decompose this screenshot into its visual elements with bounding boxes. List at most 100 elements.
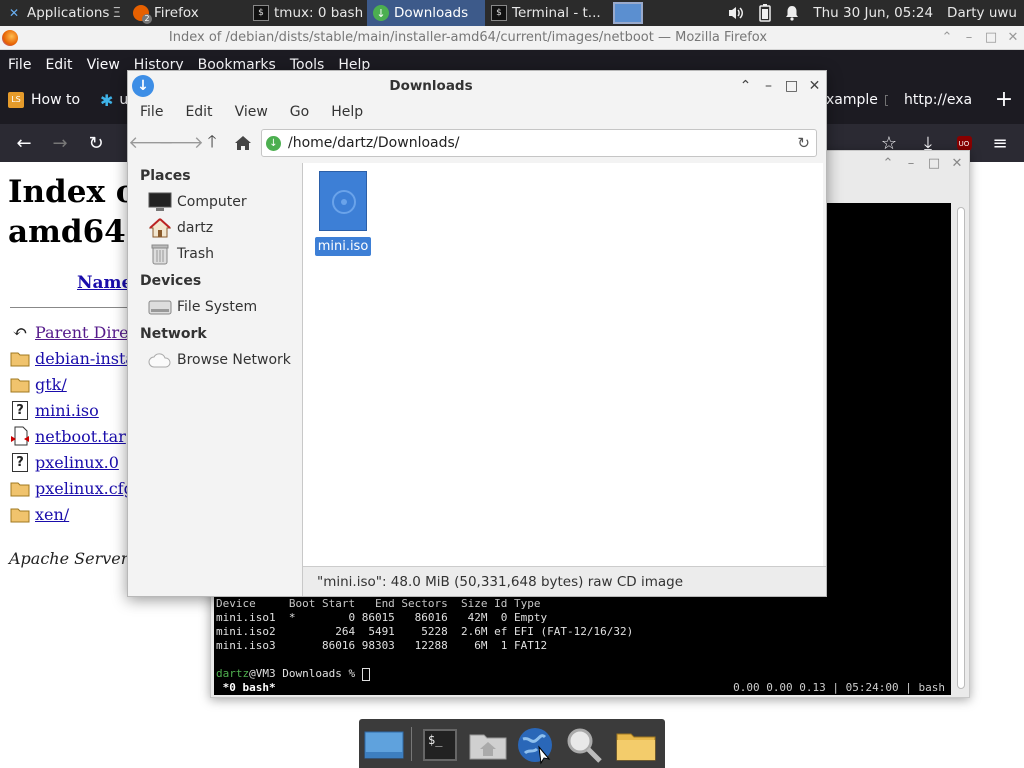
firefox-icon — [2, 30, 18, 46]
parent-folder-button[interactable]: 🡑 — [199, 131, 225, 155]
unknown-file-icon: ? — [10, 452, 30, 472]
network-cloud-icon — [148, 349, 172, 371]
terminal-maximize-up-button[interactable]: ⌃ — [877, 156, 899, 171]
compressed-file-icon — [10, 426, 30, 446]
fdisk-row: mini.iso2 264 5491 5228 2.6M ef EFI (FAT… — [216, 625, 634, 638]
location-bar[interactable]: ↓ /home/dartz/Downloads/ ↻ — [261, 129, 817, 157]
web-browser-icon[interactable] — [514, 725, 556, 765]
fm-maximize-up-button[interactable]: ⌃ — [734, 78, 757, 94]
workspace-switcher[interactable] — [609, 0, 647, 26]
taskbar-firefox[interactable]: 2 Firefox — [127, 0, 247, 26]
workspace-icon — [613, 2, 643, 24]
download-icon: ↓ — [266, 135, 281, 151]
page-heading: Index o amd64 — [8, 174, 137, 250]
tmux-status-right: 0.00 0.00 0.13 | 05:24:00 | bash — [733, 681, 945, 694]
terminal-icon[interactable]: $_ — [419, 725, 461, 765]
list-item[interactable]: pxelinux.cfg — [10, 477, 134, 499]
home-folder-icon[interactable] — [467, 725, 509, 765]
sidebar-item-dartz[interactable]: dartz — [148, 216, 213, 240]
notification-bell-icon[interactable] — [778, 0, 806, 26]
reload-icon[interactable]: ↻ — [797, 134, 810, 152]
firefox-maximize-button[interactable]: □ — [980, 30, 1002, 45]
firefox-minimize-button[interactable]: – — [958, 30, 980, 45]
download-icon: ↓ — [132, 75, 154, 97]
dock: $_ — [359, 719, 665, 768]
tab-example[interactable]: xample ▯ — [826, 86, 888, 114]
terminal-icon: $ — [491, 5, 507, 21]
name-column-header[interactable]: Name — [77, 273, 132, 293]
list-item[interactable]: netboot.tar — [10, 425, 126, 447]
taskbar-terminal[interactable]: $ Terminal - t... — [485, 0, 609, 26]
server-footer: Apache Server — [9, 549, 129, 568]
folder-icon — [10, 374, 30, 394]
applications-menu[interactable]: ✕ Applications Ξ — [0, 0, 127, 26]
app-menu-icon[interactable]: ≡ — [988, 132, 1012, 156]
fm-menu-file[interactable]: File — [140, 104, 163, 120]
firefox-maximize-up-button[interactable]: ⌃ — [936, 30, 958, 45]
fm-minimize-button[interactable]: – — [757, 78, 780, 94]
xfce-icon: ✕ — [8, 6, 20, 20]
list-item[interactable]: xen/ — [10, 503, 69, 525]
file-manager-menubar: File Edit View Go Help — [128, 101, 826, 123]
sidebar-item-browse-network[interactable]: Browse Network — [148, 348, 291, 372]
fm-close-button[interactable]: ✕ — [803, 78, 826, 94]
tab-http-example[interactable]: http://exa — [904, 86, 974, 114]
network-heading: Network — [140, 326, 207, 342]
menu-file[interactable]: File — [8, 57, 31, 76]
show-desktop-icon[interactable] — [363, 725, 405, 765]
forward-button[interactable]: → — [48, 132, 72, 156]
site-favicon-icon: LS — [8, 92, 24, 108]
status-bar: "mini.iso": 48.0 MiB (50,331,648 bytes) … — [303, 566, 826, 596]
battery-icon[interactable] — [752, 0, 778, 26]
back-button[interactable]: ← — [12, 132, 36, 156]
fm-menu-go[interactable]: Go — [290, 104, 309, 120]
list-item[interactable]: ? mini.iso — [10, 399, 99, 421]
volume-icon[interactable] — [720, 0, 752, 26]
file-manager-titlebar[interactable]: ↓ Downloads ⌃ – □ ✕ — [128, 71, 826, 101]
tmux-window-list: *0 bash* — [216, 681, 276, 694]
fm-menu-edit[interactable]: Edit — [185, 104, 212, 120]
terminal-scrollbar[interactable] — [957, 207, 965, 689]
firefox-close-button[interactable]: ✕ — [1002, 30, 1024, 45]
new-tab-button[interactable]: + — [992, 88, 1016, 112]
window-count-badge: 2 — [142, 14, 152, 24]
folder-icon — [10, 504, 30, 524]
fdisk-header: Device Boot Start End Sectors Size Id Ty… — [216, 597, 541, 610]
terminal-maximize-button[interactable]: □ — [923, 156, 945, 171]
menu-edit[interactable]: Edit — [45, 57, 72, 76]
terminal-close-button[interactable]: ✕ — [946, 156, 968, 171]
terminal-cursor — [361, 667, 370, 681]
places-heading: Places — [140, 168, 191, 184]
terminal-minimize-button[interactable]: – — [900, 156, 922, 171]
download-icon: ↓ — [373, 5, 389, 21]
sidebar-item-computer[interactable]: Computer — [148, 190, 247, 214]
list-item[interactable]: ↶ Parent Dire — [10, 321, 128, 343]
home-button[interactable] — [230, 131, 256, 155]
list-item[interactable]: ? pxelinux.0 — [10, 451, 119, 473]
trash-icon — [148, 243, 172, 265]
clock[interactable]: Thu 30 Jun, 05:24 — [806, 0, 940, 26]
file-manager-window: ↓ Downloads ⌃ – □ ✕ File Edit View Go He… — [127, 70, 827, 597]
firefox-window-title: Index of /debian/dists/stable/main/insta… — [168, 30, 768, 45]
tab-u[interactable]: ✱ u — [100, 86, 128, 114]
sidebar-item-trash[interactable]: Trash — [148, 242, 214, 266]
fm-menu-help[interactable]: Help — [331, 104, 363, 120]
sidebar-item-file-system[interactable]: File System — [148, 295, 257, 319]
folder-icon — [10, 348, 30, 368]
list-item[interactable]: debian-insta — [10, 347, 135, 369]
menu-view[interactable]: View — [87, 57, 120, 76]
file-item-label: mini.iso — [315, 237, 371, 256]
folder-icon[interactable] — [615, 725, 657, 765]
search-icon[interactable] — [563, 725, 605, 765]
folder-icon — [10, 478, 30, 498]
file-view[interactable]: mini.iso — [303, 163, 823, 566]
fm-maximize-button[interactable]: □ — [780, 78, 803, 94]
taskbar-downloads[interactable]: ↓ Downloads — [367, 0, 485, 26]
user-menu[interactable]: Darty uwu — [940, 0, 1024, 26]
list-item[interactable]: gtk/ — [10, 373, 67, 395]
fm-menu-view[interactable]: View — [235, 104, 268, 120]
taskbar-tmux[interactable]: $ tmux: 0 bash — [247, 0, 367, 26]
forward-button[interactable]: 🡒 — [158, 131, 204, 155]
reload-button[interactable]: ↻ — [84, 132, 108, 156]
location-path: /home/dartz/Downloads/ — [288, 135, 460, 151]
